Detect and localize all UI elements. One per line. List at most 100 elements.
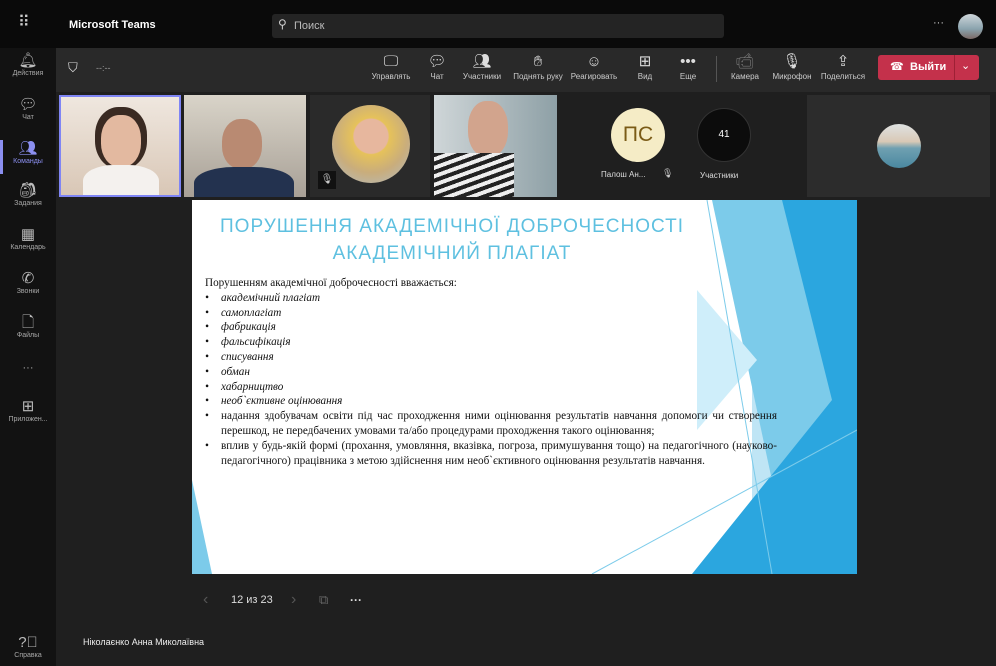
smile-icon: ☺	[586, 53, 602, 70]
chevron-down-icon[interactable]: ⌄	[961, 59, 970, 72]
more-button[interactable]: ••• Еще	[659, 52, 717, 81]
hand-icon: ✋︎	[533, 53, 543, 70]
meeting-toolbar: ⛉ --:-- 🖵︎ Управлять 💬︎ Чат 👥︎ Участники ✋︎…	[56, 48, 996, 92]
participant-video	[468, 101, 508, 157]
sidebar-label: Чат	[22, 114, 34, 121]
button-label: Еще	[679, 72, 697, 81]
sidebar-item-chat[interactable]: 💬︎ Чат	[0, 96, 56, 121]
participant-name: Палош Ан...	[601, 170, 646, 179]
self-video-tile[interactable]	[807, 95, 990, 197]
list-item: самоплагіат	[205, 306, 777, 321]
video-tile-participant-3[interactable]: 🎙︎	[310, 95, 430, 197]
sync-slides-icon[interactable]: ⧉	[319, 592, 328, 608]
slide-title-line-1: ПОРУШЕННЯ АКАДЕМІЧНОЇ ДОБРОЧЕСНОСТІ	[220, 216, 684, 237]
sidebar-more-button[interactable]: ···	[0, 362, 56, 374]
video-tile-participant-4[interactable]	[434, 95, 557, 197]
shared-slide: ПОРУШЕННЯ АКАДЕМІЧНОЇ ДОБРОЧЕСНОСТІ АКАД…	[192, 200, 857, 574]
share-tray-icon: ⇪	[836, 53, 850, 70]
participant-video	[101, 115, 141, 167]
participant-count-label: Участники	[700, 171, 739, 180]
sidebar-label: Справка	[14, 652, 42, 659]
participant-video	[222, 119, 262, 169]
active-indicator	[0, 140, 3, 174]
participant-video	[434, 153, 514, 197]
sidebar-item-calls[interactable]: ✆ Звонки	[0, 270, 56, 295]
search-input[interactable]: ⚲ Поиск	[272, 14, 724, 38]
people-icon: 👥︎	[472, 53, 492, 70]
search-icon: ⚲	[278, 17, 287, 31]
meeting-timer: --:--	[96, 63, 111, 73]
list-item: вплив у будь-якій формі (прохання, умовл…	[205, 439, 777, 469]
list-item: списування	[205, 350, 777, 365]
sidebar-label: Файлы	[16, 332, 40, 339]
calendar-icon: ▦	[20, 226, 36, 243]
sidebar-item-apps[interactable]: ⊞ Приложен...	[0, 398, 56, 423]
pager-more-button[interactable]: ···	[350, 593, 362, 607]
bell-icon: 🔔︎	[18, 52, 38, 69]
help-icon: ?⃝	[18, 634, 38, 651]
mic-off-icon: 🎙︎	[318, 171, 336, 189]
teams-icon: 👥︎	[18, 140, 38, 157]
slide-title-line-2: АКАДЕМІЧНИЙ ПЛАГІАТ	[332, 243, 572, 264]
sidebar-item-files[interactable]: 🗋 Файлы	[0, 314, 56, 339]
button-label: Микрофон	[772, 72, 812, 81]
sidebar-item-calendar[interactable]: ▦ Календарь	[0, 226, 56, 251]
button-label: Камера	[731, 72, 759, 81]
button-label: Реагировать	[570, 72, 618, 81]
participant-avatar-initials[interactable]: ПС	[611, 108, 665, 162]
sidebar-item-teams[interactable]: 👥︎ Команды	[0, 140, 56, 174]
button-label: Поднять руку	[513, 72, 563, 81]
chat-icon: 💬︎	[18, 96, 38, 113]
share-button[interactable]: ⇪ Поделиться	[814, 52, 872, 81]
violations-list: академічний плагіат самоплагіат фабрикац…	[205, 291, 777, 469]
sidebar-item-assignments[interactable]: 🎒︎ Задания	[0, 182, 56, 207]
file-icon: 🗋	[21, 314, 35, 331]
sidebar-item-activity[interactable]: 🔔︎ Действия	[0, 52, 56, 77]
list-item: фальсифікація	[205, 335, 777, 350]
presenter-name: Ніколаєнко Анна Миколаївна	[83, 637, 205, 647]
phone-icon: ✆	[21, 270, 35, 287]
sidebar-label: Действия	[12, 70, 44, 77]
leave-label: Выйти	[910, 61, 947, 73]
list-item: хабарництво	[205, 380, 777, 395]
leave-button[interactable]: ☎ Выйти ⌄	[878, 55, 979, 80]
participant-count-button[interactable]: 41	[697, 108, 751, 162]
button-label: Участники	[462, 72, 502, 81]
sidebar-label: Задания	[14, 200, 42, 207]
video-tile-participant-1[interactable]	[59, 95, 181, 197]
app-launcher-icon[interactable]: ⠿	[18, 12, 30, 32]
button-label: Управлять	[371, 72, 411, 81]
search-placeholder: Поиск	[294, 20, 325, 32]
backpack-icon: 🎒︎	[18, 182, 38, 199]
sidebar-label: Звонки	[16, 288, 40, 295]
list-item: надання здобувачам освіти під час проход…	[205, 409, 777, 439]
participant-video	[194, 167, 294, 197]
app-sidebar: 🔔︎ Действия 💬︎ Чат 👥︎ Команды 🎒︎ Задания ▦ Ка…	[0, 48, 56, 666]
self-avatar	[877, 124, 921, 168]
slide-counter: 12 из 23	[231, 594, 273, 606]
sidebar-label: Календарь	[10, 244, 46, 251]
participants-button[interactable]: 👥︎ Участники	[453, 52, 511, 81]
video-tile-participant-2[interactable]	[184, 95, 306, 197]
mic-off-icon: 🎙︎	[662, 168, 674, 178]
list-item: обман	[205, 365, 777, 380]
more-icon: ···	[22, 362, 34, 374]
previous-slide-button[interactable]: ‹	[203, 591, 208, 609]
list-item: академічний плагіат	[205, 291, 777, 306]
more-icon: •••	[680, 53, 696, 70]
sidebar-label: Приложен...	[8, 416, 48, 423]
list-item: фабрикація	[205, 320, 777, 335]
next-slide-button[interactable]: ›	[291, 591, 296, 609]
sidebar-label: Команды	[13, 158, 43, 165]
raise-hand-button[interactable]: ✋︎ Поднять руку	[507, 52, 569, 81]
slide-intro: Порушенням академічної доброчесності вва…	[205, 277, 457, 289]
settings-more-button[interactable]: ···	[933, 17, 944, 29]
react-button[interactable]: ☺ Реагировать	[565, 52, 623, 81]
microphone-button[interactable]: 🎙︎ Микрофон	[763, 52, 821, 81]
app-title: Microsoft Teams	[69, 19, 156, 31]
button-label: Поделиться	[820, 72, 866, 81]
user-avatar[interactable]	[958, 14, 983, 39]
sidebar-item-help[interactable]: ?⃝ Справка	[0, 634, 56, 659]
participant-video	[83, 165, 159, 195]
button-label: Чат	[430, 72, 444, 81]
